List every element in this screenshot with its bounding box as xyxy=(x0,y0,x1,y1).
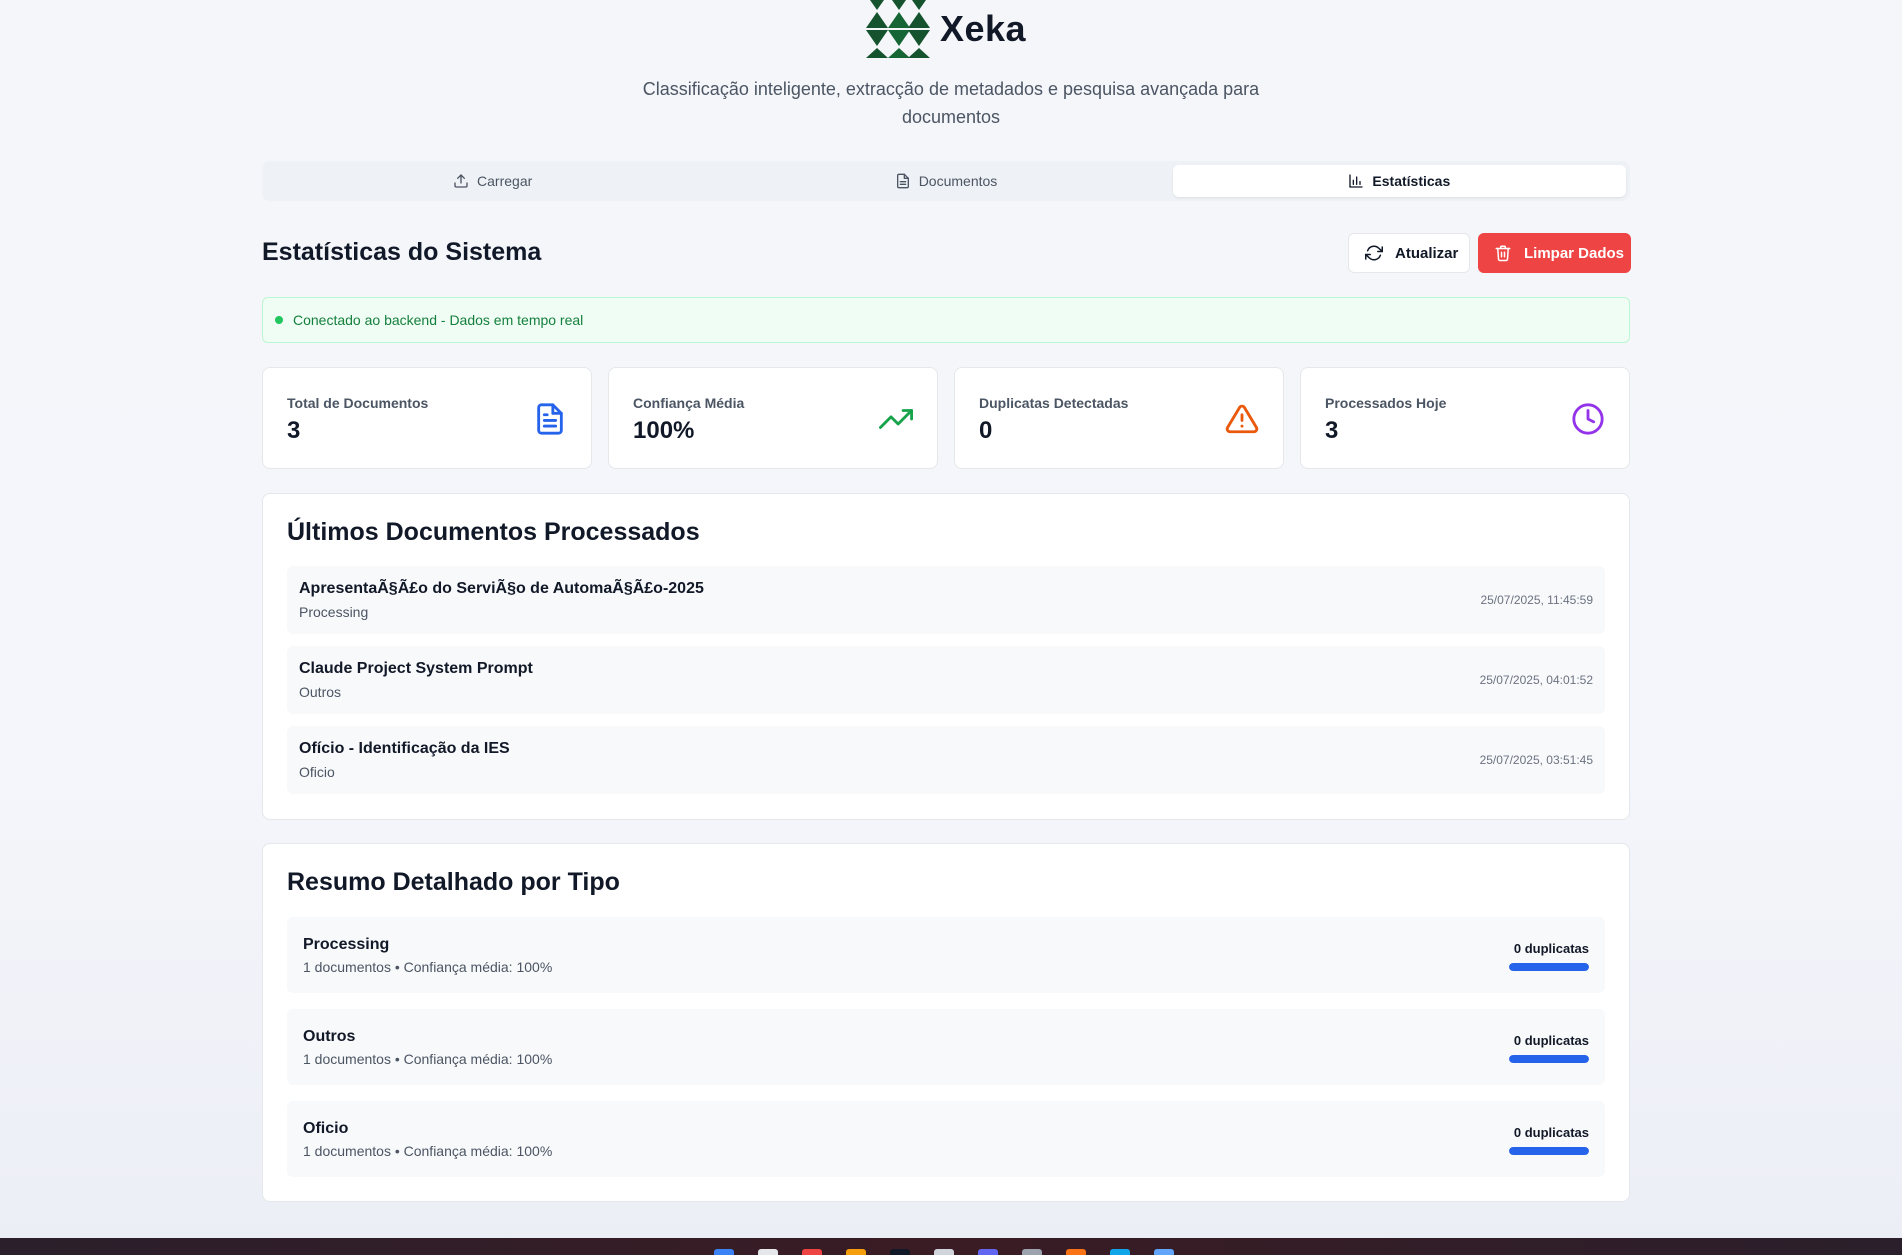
app-icon[interactable] xyxy=(1110,1249,1130,1255)
tab-documentos[interactable]: Documentos xyxy=(719,165,1172,197)
app-icon[interactable] xyxy=(1066,1249,1086,1255)
alert-triangle-icon xyxy=(1225,404,1259,434)
document-icon xyxy=(896,173,909,189)
status-dot-icon xyxy=(275,316,283,324)
refresh-label: Atualizar xyxy=(1395,244,1459,262)
app-icon[interactable] xyxy=(1022,1249,1042,1255)
xeka-logo-icon xyxy=(866,0,930,58)
brand: Xeka xyxy=(866,0,1026,58)
tab-label: Documentos xyxy=(918,173,998,189)
document-name: Ofício - Identificação da IES xyxy=(299,740,510,757)
document-name: ApresentaÃ§Ã£o do ServiÃ§o de AutomaÃ§Ã£… xyxy=(299,580,704,597)
app-icon[interactable] xyxy=(1154,1249,1174,1255)
tab-label: Estatísticas xyxy=(1372,173,1451,189)
stat-card-total-documents: Total de Documentos 3 xyxy=(262,367,592,469)
recent-documents-panel: Últimos Documentos Processados Apresenta… xyxy=(262,493,1630,820)
recent-documents-title: Últimos Documentos Processados xyxy=(287,518,700,546)
refresh-button[interactable]: Atualizar xyxy=(1348,233,1470,273)
trending-up-icon xyxy=(879,409,913,429)
page-title: Estatísticas do Sistema xyxy=(262,238,542,266)
tab-carregar[interactable]: Carregar xyxy=(266,165,719,197)
upload-icon xyxy=(454,174,468,188)
summary-row: Processing 1 documentos • Confiança médi… xyxy=(287,917,1605,993)
document-date: 25/07/2025, 03:51:45 xyxy=(1479,753,1593,767)
summary-type-name: Oficio xyxy=(303,1120,349,1137)
list-item[interactable]: Ofício - Identificação da IES Oficio 25/… xyxy=(287,726,1605,794)
connection-status: Conectado ao backend - Dados em tempo re… xyxy=(262,297,1630,343)
summary-type-name: Processing xyxy=(303,936,390,953)
app-icon[interactable] xyxy=(978,1249,998,1255)
list-item[interactable]: Claude Project System Prompt Outros 25/0… xyxy=(287,646,1605,714)
confidence-bar-fill xyxy=(1509,1147,1589,1155)
app-subtitle: Classificação inteligente, extracção de … xyxy=(642,79,1260,127)
stat-label: Processados Hoje xyxy=(1325,395,1447,411)
trash-icon xyxy=(1495,245,1511,262)
stat-value: 3 xyxy=(1325,417,1339,444)
document-date: 25/07/2025, 04:01:52 xyxy=(1479,673,1593,687)
summary-type-name: Outros xyxy=(303,1028,356,1045)
tab-estatisticas[interactable]: Estatísticas xyxy=(1172,165,1626,197)
tab-label: Carregar xyxy=(477,173,533,189)
stat-card-duplicates: Duplicatas Detectadas 0 xyxy=(954,367,1284,469)
statistics-page: Xeka Classificação inteligente, extracçã… xyxy=(0,0,1902,1238)
document-name: Claude Project System Prompt xyxy=(299,660,533,677)
stat-label: Duplicatas Detectadas xyxy=(979,395,1129,411)
stat-card-processed-today: Processados Hoje 3 xyxy=(1300,367,1630,469)
stat-label: Confiança Média xyxy=(633,395,745,411)
duplicates-count: 0 duplicatas xyxy=(1513,1125,1589,1140)
confidence-bar xyxy=(1509,963,1589,971)
document-type: Oficio xyxy=(299,764,335,780)
clear-data-button[interactable]: Limpar Dados xyxy=(1478,233,1631,273)
status-text: Conectado ao backend - Dados em tempo re… xyxy=(293,312,584,328)
summary-type-meta: 1 documentos • Confiança média: 100% xyxy=(303,1051,553,1067)
duplicates-count: 0 duplicatas xyxy=(1513,941,1589,956)
confidence-bar xyxy=(1509,1055,1589,1063)
tab-bar: Carregar Documentos Estatísticas xyxy=(262,161,1630,201)
summary-row: Oficio 1 documentos • Confiança média: 1… xyxy=(287,1101,1605,1177)
refresh-icon xyxy=(1365,245,1383,261)
app-name: Xeka xyxy=(940,8,1027,49)
document-type: Outros xyxy=(299,684,342,700)
stat-label: Total de Documentos xyxy=(287,395,429,411)
clock-icon xyxy=(1572,403,1604,435)
summary-type-meta: 1 documentos • Confiança média: 100% xyxy=(303,959,553,975)
list-item[interactable]: ApresentaÃ§Ã£o do ServiÃ§o de AutomaÃ§Ã£… xyxy=(287,566,1605,634)
bar-chart-icon xyxy=(1349,174,1364,188)
duplicates-count: 0 duplicatas xyxy=(1513,1033,1589,1048)
terminal-icon[interactable] xyxy=(934,1249,954,1255)
windows-start-icon[interactable] xyxy=(714,1249,734,1255)
confidence-bar-fill xyxy=(1509,963,1589,971)
stat-value: 100% xyxy=(633,417,695,444)
clear-data-label: Limpar Dados xyxy=(1524,244,1625,262)
document-type: Processing xyxy=(299,604,369,620)
calendar-app-icon[interactable] xyxy=(758,1249,778,1255)
confidence-bar xyxy=(1509,1147,1589,1155)
folder-icon[interactable] xyxy=(846,1249,866,1255)
summary-type-meta: 1 documentos • Confiança média: 100% xyxy=(303,1143,553,1159)
browser-icon[interactable] xyxy=(802,1249,822,1255)
confidence-bar-fill xyxy=(1509,1055,1589,1063)
stat-value: 0 xyxy=(979,417,993,444)
summary-by-type-panel: Resumo Detalhado por Tipo Processing 1 d… xyxy=(262,843,1630,1202)
document-date: 25/07/2025, 11:45:59 xyxy=(1480,593,1593,607)
summary-title: Resumo Detalhado por Tipo xyxy=(287,868,620,896)
file-text-icon xyxy=(537,403,563,435)
summary-row: Outros 1 documentos • Confiança média: 1… xyxy=(287,1009,1605,1085)
stat-card-average-confidence: Confiança Média 100% xyxy=(608,367,938,469)
app-icon[interactable] xyxy=(890,1249,910,1255)
stat-value: 3 xyxy=(287,417,301,444)
